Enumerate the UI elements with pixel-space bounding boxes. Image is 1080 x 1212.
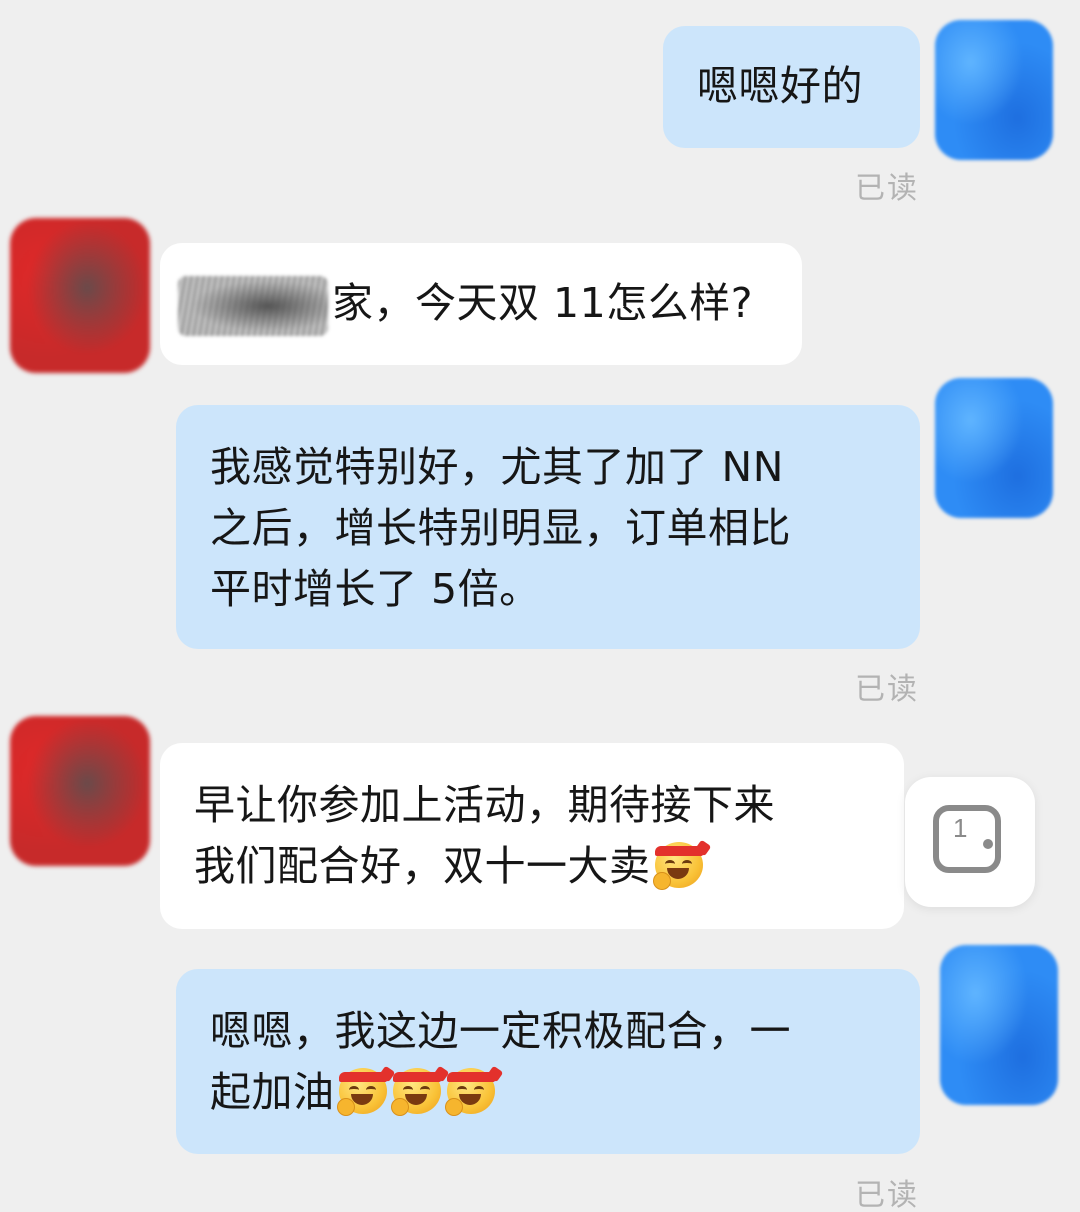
message-text-line: 之后，增长特别明显，订单相比 (210, 504, 791, 552)
message-text-line: 早让你参加上活动，期待接下来 (194, 781, 775, 829)
message-text-fragment: 我们配合好，双十一大卖 (194, 842, 651, 890)
message-bubble-received[interactable]: 家，今天双 11怎么样? (160, 243, 802, 365)
grinning-face-with-headband-emoji-icon (336, 1064, 395, 1116)
redacted-name-scribble (178, 276, 328, 336)
message-text-fragment: 起加油 (210, 1068, 335, 1116)
message-text-line: 我感觉特别好，尤其了加了 NN (210, 443, 784, 491)
read-receipt: 已读 (855, 171, 919, 206)
message-bubble-sent[interactable]: 嗯嗯，我这边一定积极配合，一 起加油 (176, 969, 920, 1154)
dice-dot (983, 839, 993, 849)
my-avatar[interactable] (935, 378, 1053, 518)
message-text: 家，今天双 11怎么样? (332, 279, 753, 327)
grinning-face-with-headband-emoji-icon (390, 1064, 449, 1116)
contact-avatar[interactable] (10, 716, 150, 866)
message-text-line: 嗯嗯，我这边一定积极配合，一 (210, 1007, 791, 1055)
chat-conversation: 嗯嗯好的 已读 家，今天双 11怎么样? 我感觉特别好，尤其了加了 NN 之后，… (0, 0, 1080, 1212)
grinning-face-with-headband-emoji-icon (652, 838, 711, 890)
dice-number: 1 (953, 813, 968, 843)
read-receipt: 已读 (855, 672, 919, 707)
contact-avatar[interactable] (10, 218, 150, 373)
message-text: 嗯嗯好的 (697, 62, 863, 110)
message-bubble-sent[interactable]: 嗯嗯好的 (663, 26, 920, 148)
message-bubble-received[interactable]: 早让你参加上活动，期待接下来 我们配合好，双十一大卖 (160, 743, 904, 929)
message-text-line: 起加油 (210, 1062, 920, 1123)
floating-dice-button[interactable]: 1 (905, 777, 1035, 907)
message-text-line: 平时增长了 5倍。 (210, 565, 541, 613)
message-text-line: 我们配合好，双十一大卖 (194, 836, 904, 897)
message-bubble-sent[interactable]: 我感觉特别好，尤其了加了 NN 之后，增长特别明显，订单相比 平时增长了 5倍。 (176, 405, 920, 649)
read-receipt: 已读 (855, 1178, 919, 1212)
my-avatar[interactable] (935, 20, 1053, 160)
grinning-face-with-headband-emoji-icon (444, 1064, 503, 1116)
my-avatar[interactable] (940, 945, 1058, 1105)
